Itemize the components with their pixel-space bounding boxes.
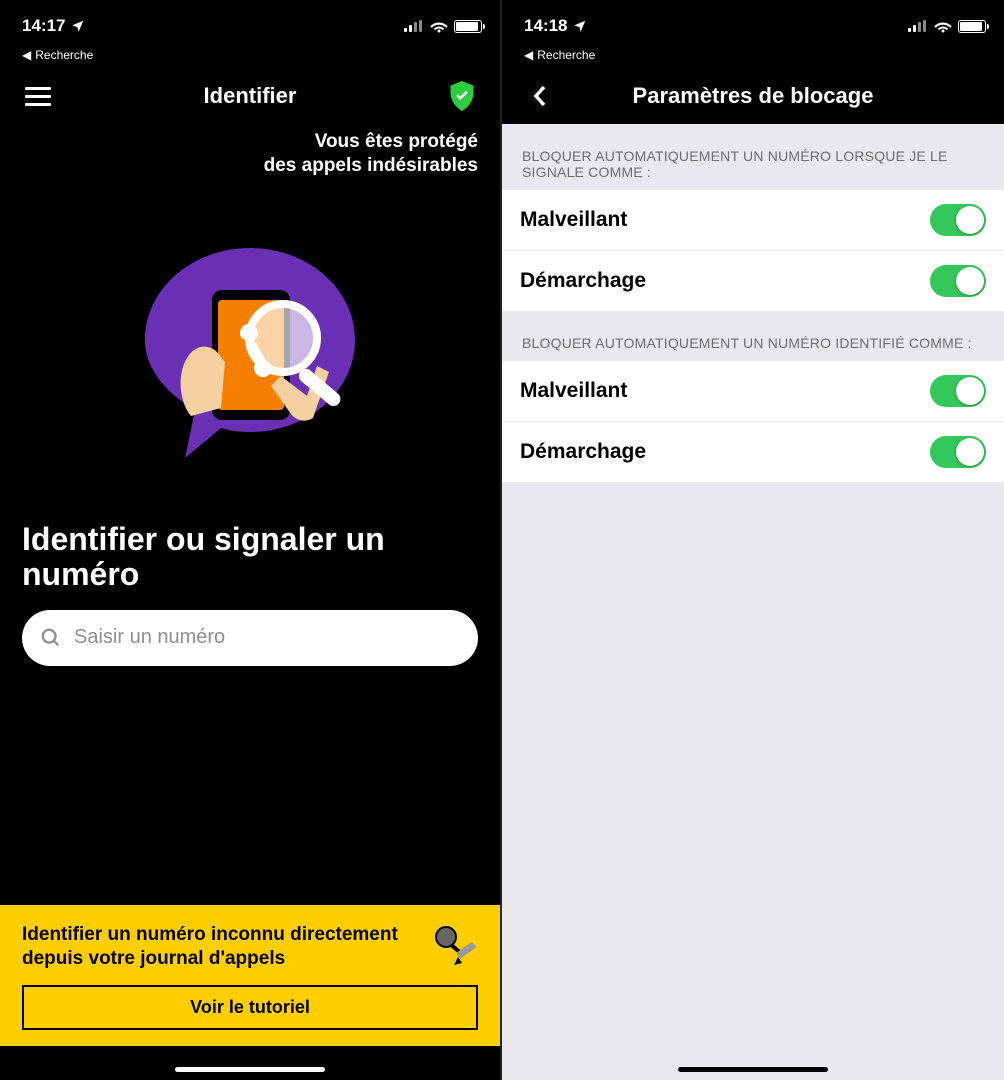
wifi-icon bbox=[430, 20, 448, 33]
back-app-label: Recherche bbox=[537, 48, 595, 62]
protect-line2: des appels indésirables bbox=[22, 154, 478, 178]
banner-text: Identifier un numéro inconnu directement… bbox=[22, 923, 414, 971]
toggle-row-identified-malicious: Malveillant bbox=[502, 361, 1004, 422]
location-arrow-icon bbox=[573, 19, 587, 33]
setting-label: Malveillant bbox=[520, 379, 627, 403]
section-header-identified: BLOQUER AUTOMATIQUEMENT UN NUMÉRO IDENTI… bbox=[502, 311, 1004, 361]
screen-identifier: 14:17 ◀ Recherche Identifier Vous êtes p… bbox=[0, 0, 502, 1080]
phone-search-illustration-icon bbox=[135, 238, 365, 468]
back-to-app[interactable]: ◀ Recherche bbox=[0, 48, 500, 68]
main-headline: Identifier ou signaler un numéro bbox=[0, 508, 500, 610]
battery-icon bbox=[454, 20, 482, 33]
protect-line1: Vous êtes protégé bbox=[22, 130, 478, 154]
search-input[interactable] bbox=[74, 626, 460, 649]
location-arrow-icon bbox=[71, 19, 85, 33]
magnifier-pencil-icon bbox=[428, 923, 478, 973]
nav-bar: Identifier bbox=[0, 68, 500, 124]
back-app-label: Recherche bbox=[35, 48, 93, 62]
status-time: 14:17 bbox=[22, 16, 65, 36]
menu-button[interactable] bbox=[25, 87, 51, 106]
page-title: Identifier bbox=[58, 83, 442, 109]
toggle-reported-telemarketing[interactable] bbox=[930, 265, 986, 297]
protection-status: Vous êtes protégé des appels indésirable… bbox=[0, 124, 500, 178]
status-bar: 14:18 bbox=[502, 0, 1004, 48]
setting-label: Démarchage bbox=[520, 440, 646, 464]
battery-icon bbox=[958, 20, 986, 33]
toggle-row-reported-malicious: Malveillant bbox=[502, 190, 1004, 251]
status-bar: 14:17 bbox=[0, 0, 500, 48]
toggle-identified-malicious[interactable] bbox=[930, 375, 986, 407]
back-chevron-icon: ◀ bbox=[524, 48, 533, 62]
search-number-field[interactable] bbox=[22, 610, 478, 666]
nav-bar: Paramètres de blocage bbox=[502, 68, 1004, 124]
wifi-icon bbox=[934, 20, 952, 33]
screen-blocking-settings: 14:18 ◀ Recherche Paramètres de blocage … bbox=[502, 0, 1004, 1080]
status-icons bbox=[404, 20, 482, 33]
back-chevron-icon: ◀ bbox=[22, 48, 31, 62]
signal-icon bbox=[404, 20, 424, 32]
status-icons bbox=[908, 20, 986, 33]
signal-icon bbox=[908, 20, 928, 32]
tutorial-banner: Identifier un numéro inconnu directement… bbox=[0, 905, 500, 1046]
status-time: 14:18 bbox=[524, 16, 567, 36]
page-title: Paramètres de blocage bbox=[560, 83, 946, 109]
home-indicator[interactable] bbox=[502, 1046, 1004, 1080]
toggle-row-reported-telemarketing: Démarchage bbox=[502, 251, 1004, 311]
illustration bbox=[0, 178, 500, 508]
section-header-reported: BLOQUER AUTOMATIQUEMENT UN NUMÉRO LORSQU… bbox=[502, 124, 1004, 190]
toggle-row-identified-telemarketing: Démarchage bbox=[502, 422, 1004, 482]
back-to-app[interactable]: ◀ Recherche bbox=[502, 48, 1004, 68]
back-button[interactable] bbox=[520, 84, 560, 108]
toggle-identified-telemarketing[interactable] bbox=[930, 436, 986, 468]
chevron-left-icon bbox=[532, 84, 548, 108]
shield-icon[interactable] bbox=[448, 81, 476, 111]
setting-label: Malveillant bbox=[520, 208, 627, 232]
setting-label: Démarchage bbox=[520, 269, 646, 293]
toggle-reported-malicious[interactable] bbox=[930, 204, 986, 236]
home-indicator[interactable] bbox=[0, 1046, 500, 1080]
search-icon bbox=[40, 627, 62, 649]
tutorial-button[interactable]: Voir le tutoriel bbox=[22, 985, 478, 1030]
